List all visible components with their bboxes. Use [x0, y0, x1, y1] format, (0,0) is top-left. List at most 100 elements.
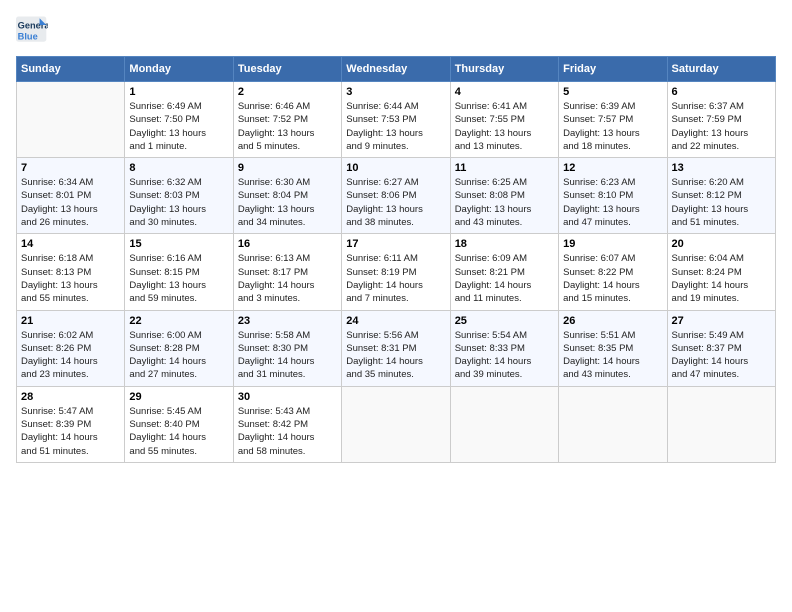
day-info: Sunrise: 6:46 AM Sunset: 7:52 PM Dayligh…: [238, 100, 337, 153]
calendar-cell: [559, 386, 667, 462]
day-number: 6: [672, 86, 771, 98]
day-info: Sunrise: 6:07 AM Sunset: 8:22 PM Dayligh…: [563, 252, 662, 305]
day-info: Sunrise: 6:39 AM Sunset: 7:57 PM Dayligh…: [563, 100, 662, 153]
day-info: Sunrise: 6:04 AM Sunset: 8:24 PM Dayligh…: [672, 252, 771, 305]
calendar-cell: 20 Sunrise: 6:04 AM Sunset: 8:24 PM Dayli…: [667, 234, 775, 310]
day-info: Sunrise: 5:49 AM Sunset: 8:37 PM Dayligh…: [672, 329, 771, 382]
day-number: 15: [129, 238, 228, 250]
day-number: 25: [455, 315, 554, 327]
calendar-cell: 5Sunrise: 6:39 AM Sunset: 7:57 PM Daylig…: [559, 82, 667, 158]
day-info: Sunrise: 5:54 AM Sunset: 8:33 PM Dayligh…: [455, 329, 554, 382]
calendar-cell: 28 Sunrise: 5:47 AM Sunset: 8:39 PM Dayli…: [17, 386, 125, 462]
calendar-cell: 15 Sunrise: 6:16 AM Sunset: 8:15 PM Dayli…: [125, 234, 233, 310]
page-header: General Blue: [16, 16, 776, 44]
day-number: 8: [129, 162, 228, 174]
col-header-saturday: Saturday: [667, 57, 775, 82]
calendar-cell: 9 Sunrise: 6:30 AM Sunset: 8:04 PM Daylig…: [233, 158, 341, 234]
day-info: Sunrise: 6:18 AM Sunset: 8:13 PM Dayligh…: [21, 252, 120, 305]
day-info: Sunrise: 6:32 AM Sunset: 8:03 PM Dayligh…: [129, 176, 228, 229]
calendar-cell: 29 Sunrise: 5:45 AM Sunset: 8:40 PM Dayli…: [125, 386, 233, 462]
calendar-header: SundayMondayTuesdayWednesdayThursdayFrid…: [17, 57, 776, 82]
day-number: 26: [563, 315, 662, 327]
calendar-cell: 1 Sunrise: 6:49 AM Sunset: 7:50 PM Daylig…: [125, 82, 233, 158]
day-info: Sunrise: 5:51 AM Sunset: 8:35 PM Dayligh…: [563, 329, 662, 382]
calendar-table: SundayMondayTuesdayWednesdayThursdayFrid…: [16, 56, 776, 463]
day-info: Sunrise: 6:20 AM Sunset: 8:12 PM Dayligh…: [672, 176, 771, 229]
calendar-cell: [667, 386, 775, 462]
day-number: 4: [455, 86, 554, 98]
calendar-cell: 30 Sunrise: 5:43 AM Sunset: 8:42 PM Dayli…: [233, 386, 341, 462]
day-number: 29: [129, 391, 228, 403]
day-info: Sunrise: 6:11 AM Sunset: 8:19 PM Dayligh…: [346, 252, 445, 305]
col-header-monday: Monday: [125, 57, 233, 82]
calendar-week-2: 7Sunrise: 6:34 AM Sunset: 8:01 PM Daylig…: [17, 158, 776, 234]
day-number: 12: [563, 162, 662, 174]
calendar-cell: 24Sunrise: 5:56 AM Sunset: 8:31 PM Dayli…: [342, 310, 450, 386]
day-info: Sunrise: 6:49 AM Sunset: 7:50 PM Dayligh…: [129, 100, 228, 153]
calendar-cell: [342, 386, 450, 462]
calendar-cell: [450, 386, 558, 462]
day-number: 23: [238, 315, 337, 327]
calendar-cell: 3Sunrise: 6:44 AM Sunset: 7:53 PM Daylig…: [342, 82, 450, 158]
day-number: 19: [563, 238, 662, 250]
calendar-cell: 18Sunrise: 6:09 AM Sunset: 8:21 PM Dayli…: [450, 234, 558, 310]
calendar-cell: 8 Sunrise: 6:32 AM Sunset: 8:03 PM Daylig…: [125, 158, 233, 234]
day-number: 28: [21, 391, 120, 403]
day-info: Sunrise: 6:30 AM Sunset: 8:04 PM Dayligh…: [238, 176, 337, 229]
calendar-week-5: 28 Sunrise: 5:47 AM Sunset: 8:39 PM Dayli…: [17, 386, 776, 462]
logo: General Blue: [16, 16, 52, 44]
calendar-cell: 4Sunrise: 6:41 AM Sunset: 7:55 PM Daylig…: [450, 82, 558, 158]
day-number: 30: [238, 391, 337, 403]
col-header-sunday: Sunday: [17, 57, 125, 82]
svg-text:General: General: [18, 20, 48, 30]
calendar-cell: 19 Sunrise: 6:07 AM Sunset: 8:22 PM Dayli…: [559, 234, 667, 310]
calendar-cell: [17, 82, 125, 158]
calendar-cell: 27 Sunrise: 5:49 AM Sunset: 8:37 PM Dayli…: [667, 310, 775, 386]
day-number: 14: [21, 238, 120, 250]
calendar-cell: 25 Sunrise: 5:54 AM Sunset: 8:33 PM Dayli…: [450, 310, 558, 386]
day-info: Sunrise: 5:45 AM Sunset: 8:40 PM Dayligh…: [129, 405, 228, 458]
calendar-cell: 14 Sunrise: 6:18 AM Sunset: 8:13 PM Dayli…: [17, 234, 125, 310]
day-number: 3: [346, 86, 445, 98]
day-number: 9: [238, 162, 337, 174]
day-number: 21: [21, 315, 120, 327]
day-info: Sunrise: 6:16 AM Sunset: 8:15 PM Dayligh…: [129, 252, 228, 305]
svg-text:Blue: Blue: [18, 31, 38, 41]
calendar-cell: 6Sunrise: 6:37 AM Sunset: 7:59 PM Daylig…: [667, 82, 775, 158]
day-info: Sunrise: 6:00 AM Sunset: 8:28 PM Dayligh…: [129, 329, 228, 382]
col-header-wednesday: Wednesday: [342, 57, 450, 82]
calendar-cell: 7Sunrise: 6:34 AM Sunset: 8:01 PM Daylig…: [17, 158, 125, 234]
day-number: 17: [346, 238, 445, 250]
day-number: 18: [455, 238, 554, 250]
day-info: Sunrise: 6:34 AM Sunset: 8:01 PM Dayligh…: [21, 176, 120, 229]
day-number: 2: [238, 86, 337, 98]
day-number: 10: [346, 162, 445, 174]
col-header-friday: Friday: [559, 57, 667, 82]
calendar-cell: 17 Sunrise: 6:11 AM Sunset: 8:19 PM Dayli…: [342, 234, 450, 310]
day-info: Sunrise: 5:47 AM Sunset: 8:39 PM Dayligh…: [21, 405, 120, 458]
calendar-cell: 10 Sunrise: 6:27 AM Sunset: 8:06 PM Dayli…: [342, 158, 450, 234]
day-number: 1: [129, 86, 228, 98]
day-number: 11: [455, 162, 554, 174]
calendar-cell: 2 Sunrise: 6:46 AM Sunset: 7:52 PM Daylig…: [233, 82, 341, 158]
day-info: Sunrise: 6:23 AM Sunset: 8:10 PM Dayligh…: [563, 176, 662, 229]
day-info: Sunrise: 6:27 AM Sunset: 8:06 PM Dayligh…: [346, 176, 445, 229]
calendar-cell: 22 Sunrise: 6:00 AM Sunset: 8:28 PM Dayli…: [125, 310, 233, 386]
calendar-cell: 16 Sunrise: 6:13 AM Sunset: 8:17 PM Dayli…: [233, 234, 341, 310]
day-info: Sunrise: 5:58 AM Sunset: 8:30 PM Dayligh…: [238, 329, 337, 382]
day-number: 22: [129, 315, 228, 327]
day-info: Sunrise: 6:02 AM Sunset: 8:26 PM Dayligh…: [21, 329, 120, 382]
calendar-cell: 23 Sunrise: 5:58 AM Sunset: 8:30 PM Dayli…: [233, 310, 341, 386]
day-number: 20: [672, 238, 771, 250]
calendar-body: 1 Sunrise: 6:49 AM Sunset: 7:50 PM Daylig…: [17, 82, 776, 463]
day-info: Sunrise: 6:13 AM Sunset: 8:17 PM Dayligh…: [238, 252, 337, 305]
day-number: 13: [672, 162, 771, 174]
day-number: 24: [346, 315, 445, 327]
calendar-week-3: 14 Sunrise: 6:18 AM Sunset: 8:13 PM Dayli…: [17, 234, 776, 310]
calendar-cell: 21 Sunrise: 6:02 AM Sunset: 8:26 PM Dayli…: [17, 310, 125, 386]
calendar-cell: 26 Sunrise: 5:51 AM Sunset: 8:35 PM Dayli…: [559, 310, 667, 386]
day-number: 27: [672, 315, 771, 327]
day-info: Sunrise: 5:43 AM Sunset: 8:42 PM Dayligh…: [238, 405, 337, 458]
col-header-thursday: Thursday: [450, 57, 558, 82]
day-number: 16: [238, 238, 337, 250]
